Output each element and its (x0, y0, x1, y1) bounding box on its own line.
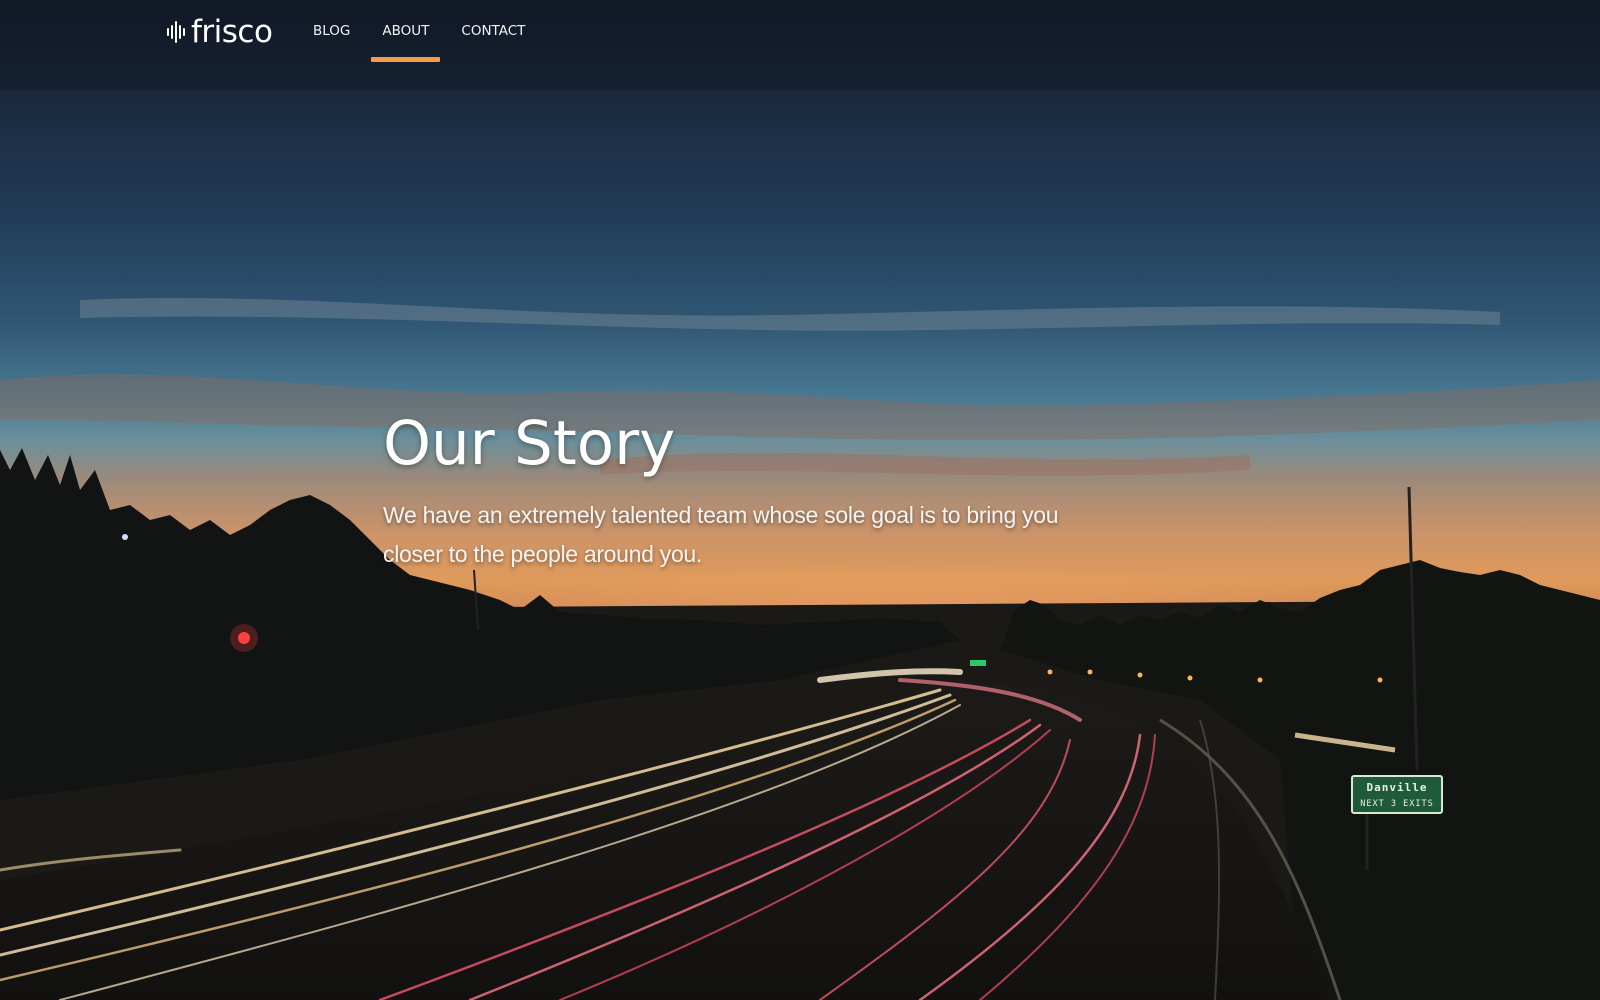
brand-name: frisco (191, 14, 273, 50)
brand-logo[interactable]: frisco (167, 12, 273, 52)
nav-item-contact[interactable]: CONTACT (450, 0, 536, 62)
soundwave-icon (167, 19, 185, 45)
main-nav: BLOG ABOUT CONTACT (302, 0, 546, 62)
sign-line-2: NEXT 3 EXITS (1360, 799, 1433, 809)
hero-title: Our Story (383, 408, 676, 479)
hero-section: Danville NEXT 3 EXITS frisco BLOG ABOUT … (0, 0, 1600, 1000)
clouds (0, 297, 1600, 476)
hero-subtitle: We have an extremely talented team whose… (383, 502, 1059, 567)
top-navigation-bar: frisco BLOG ABOUT CONTACT (0, 0, 1600, 64)
nav-item-about[interactable]: ABOUT (371, 0, 441, 62)
nav-item-blog[interactable]: BLOG (302, 0, 361, 62)
sign-line-1: Danville (1367, 781, 1428, 794)
